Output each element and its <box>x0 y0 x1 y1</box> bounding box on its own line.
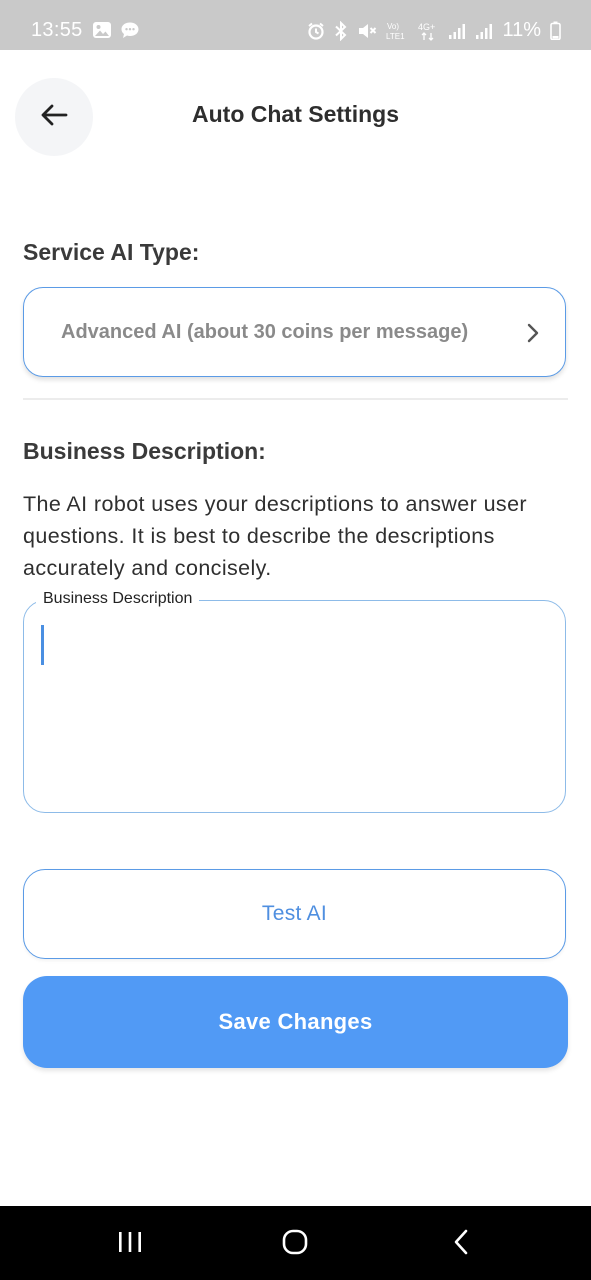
recent-apps-button[interactable] <box>110 1228 150 1260</box>
back-nav-icon <box>453 1229 469 1260</box>
service-ai-type-label: Service AI Type: <box>23 239 200 265</box>
status-bar: 13:55 Vo) LTE1 4G+ 11% <box>0 0 591 50</box>
mute-icon <box>357 22 377 40</box>
save-changes-button[interactable]: Save Changes <box>23 976 568 1068</box>
back-nav-button[interactable] <box>441 1228 481 1260</box>
status-time: 13:55 <box>31 19 83 41</box>
signal-icon <box>448 22 466 40</box>
bluetooth-icon <box>334 20 348 41</box>
system-nav-bar <box>0 1206 591 1280</box>
signal-icon <box>475 22 493 40</box>
business-description-field-label: Business Description <box>36 590 200 608</box>
svg-text:4G+: 4G+ <box>418 22 435 32</box>
text-cursor <box>41 625 44 665</box>
battery-icon <box>550 21 561 40</box>
svg-text:LTE1: LTE1 <box>386 32 405 41</box>
section-divider <box>23 398 568 400</box>
ai-type-selected-value: Advanced AI (about 30 coins per message) <box>61 321 469 343</box>
test-ai-button[interactable]: Test AI <box>23 869 566 959</box>
home-icon <box>282 1229 308 1260</box>
volte-icon: Vo) LTE1 <box>386 21 408 41</box>
chevron-right-icon <box>527 323 539 348</box>
image-icon <box>92 21 112 45</box>
alarm-icon <box>307 22 325 40</box>
home-button[interactable] <box>275 1228 315 1260</box>
ai-type-selector[interactable]: Advanced AI (about 30 coins per message) <box>23 287 566 377</box>
status-left-icons <box>92 21 140 45</box>
business-description-label: Business Description: <box>23 438 266 464</box>
svg-text:Vo): Vo) <box>387 22 399 31</box>
4g-plus-icon: 4G+ <box>417 21 439 41</box>
chat-bubble-icon <box>120 21 140 45</box>
page-title: Auto Chat Settings <box>192 101 399 127</box>
battery-percent: 11% <box>502 19 541 41</box>
business-description-help: The AI robot uses your descriptions to a… <box>23 492 527 580</box>
status-right-icons: Vo) LTE1 4G+ 11% <box>307 19 561 42</box>
business-description-field[interactable]: Business Description <box>23 590 566 813</box>
recent-apps-icon <box>117 1231 143 1258</box>
